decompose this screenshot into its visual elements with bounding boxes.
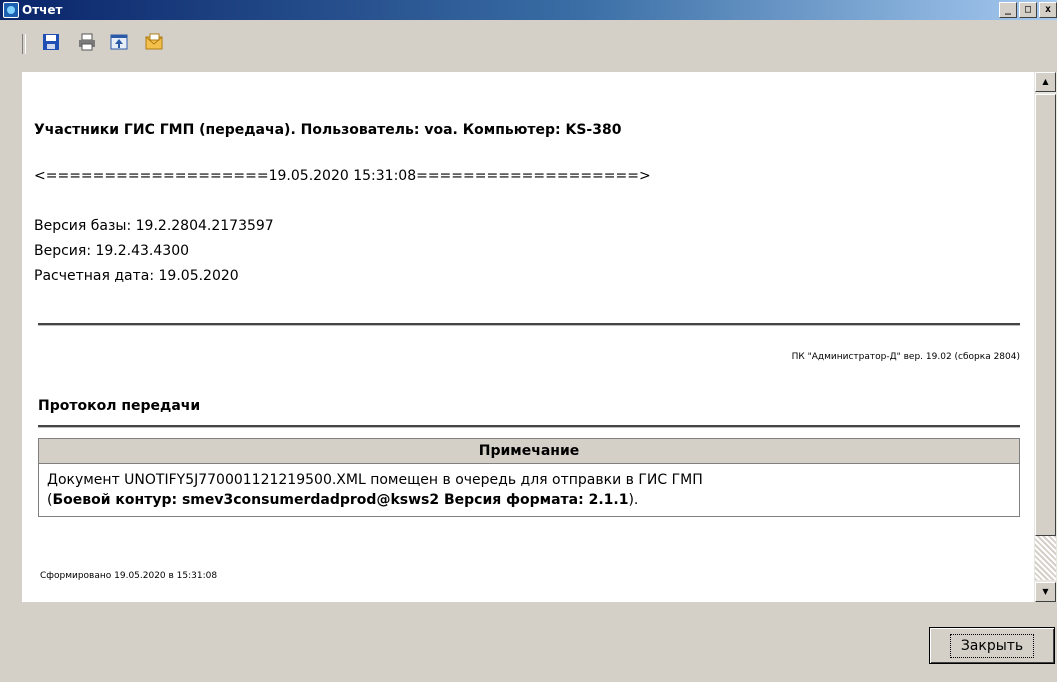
close-button[interactable]: Закрыть	[929, 627, 1055, 664]
row-message: Документ UNOTIFY5J770001121219500.XML по…	[47, 472, 703, 488]
maximize-button[interactable]: □	[1019, 2, 1037, 18]
section-title: Протокол передачи	[38, 398, 201, 414]
vertical-scrollbar[interactable]: ▲ ▼	[1034, 72, 1057, 602]
minimize-button[interactable]: _	[999, 2, 1017, 18]
protocol-table: Примечание Документ UNOTIFY5J77000112121…	[38, 438, 1020, 517]
scroll-down-button[interactable]: ▼	[1035, 582, 1056, 602]
arrow-down-icon: ▼	[1042, 587, 1049, 596]
report-datetime-separator: <===================19.05.2020 15:31:08=…	[34, 168, 651, 184]
generated-timestamp: Сформировано 19.05.2020 в 15:31:08	[40, 571, 218, 581]
close-window-button[interactable]: x	[1039, 2, 1057, 18]
row-contour-info: Боевой контур: smev3consumerdadprod@ksws…	[52, 492, 629, 508]
calculation-date: Расчетная дата: 19.05.2020	[34, 268, 239, 284]
close-button-label: Закрыть	[949, 633, 1035, 658]
arrow-up-icon: ▲	[1042, 77, 1049, 86]
section-divider	[38, 425, 1020, 428]
scroll-track[interactable]	[1035, 536, 1056, 580]
app-version: Версия: 19.2.43.4300	[34, 243, 190, 259]
row-details: (Боевой контур: smev3consumerdadprod@ksw…	[47, 490, 1011, 510]
export-icon	[110, 33, 128, 51]
envelope-icon	[145, 33, 163, 51]
window-controls: _ □ x	[997, 2, 1057, 18]
scroll-up-button[interactable]: ▲	[1035, 72, 1056, 92]
db-version: Версия базы: 19.2.2804.2173597	[34, 218, 274, 234]
table-row: Документ UNOTIFY5J770001121219500.XML по…	[39, 464, 1019, 516]
table-header-note: Примечание	[39, 439, 1019, 464]
printer-icon	[78, 33, 96, 51]
export-button[interactable]	[110, 33, 128, 51]
program-version-label: ПК "Администратор-Д" вер. 19.02 (сборка …	[791, 352, 1020, 362]
window-title: Отчет	[22, 3, 63, 17]
window-titlebar[interactable]: Отчет _ □ x	[0, 0, 1057, 20]
save-button[interactable]	[42, 33, 60, 51]
toolbar-grip[interactable]	[22, 34, 26, 54]
report-title: Участники ГИС ГМП (передача). Пользовате…	[34, 122, 622, 138]
email-button[interactable]	[145, 33, 163, 51]
row-close-paren: ).	[628, 492, 639, 508]
report-view[interactable]: Участники ГИС ГМП (передача). Пользовате…	[22, 72, 1034, 602]
app-icon	[3, 2, 19, 18]
divider	[38, 323, 1020, 326]
scroll-thumb[interactable]	[1035, 94, 1056, 536]
floppy-disk-icon	[42, 33, 60, 51]
print-button[interactable]	[78, 33, 96, 51]
